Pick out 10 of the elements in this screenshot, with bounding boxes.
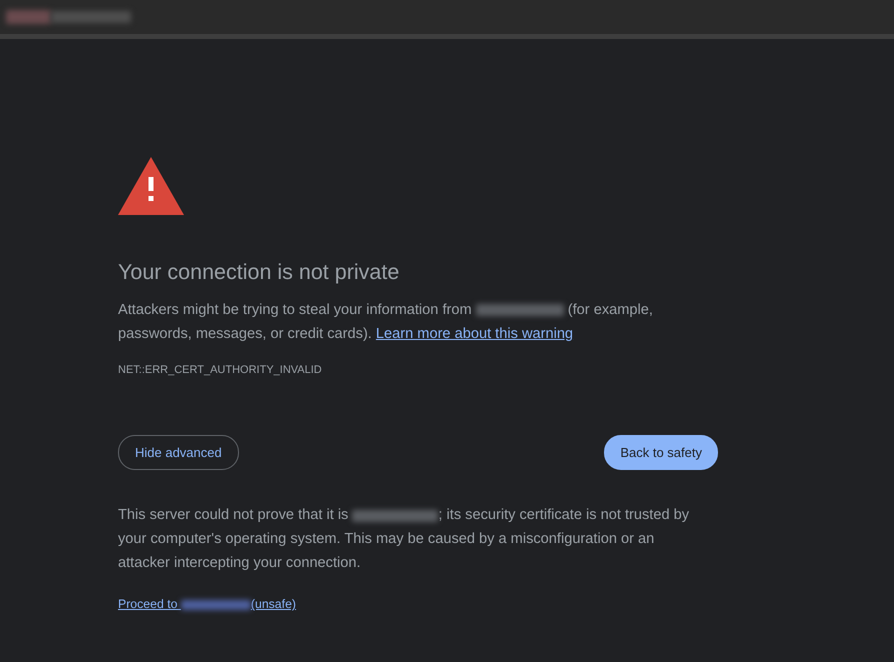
details-paragraph: This server could not prove that it is ; its security certificate is not trusted by your computer's operating system. This may be caused by a misconfiguration or an attacker intercepting your connection. [118, 506, 690, 574]
back-to-safety-button[interactable]: Back to safety [604, 434, 718, 470]
redaction-mark [180, 600, 251, 610]
hide-advanced-button[interactable]: Hide advanced [118, 434, 239, 470]
warning-paragraph: Attackers might be trying to steal your information from (for example, passwords, messages, or credit cards). Learn more about this warning [118, 300, 654, 344]
proceed-link[interactable]: Proceed to (unsafe) [118, 595, 296, 614]
learn-more-link[interactable]: Learn more about this warning [376, 326, 574, 342]
error-code: NET::ERR_CERT_AUTHORITY_INVALID [118, 362, 322, 378]
page-heading: Your connection is not private [118, 259, 400, 286]
warning-icon [118, 157, 184, 215]
